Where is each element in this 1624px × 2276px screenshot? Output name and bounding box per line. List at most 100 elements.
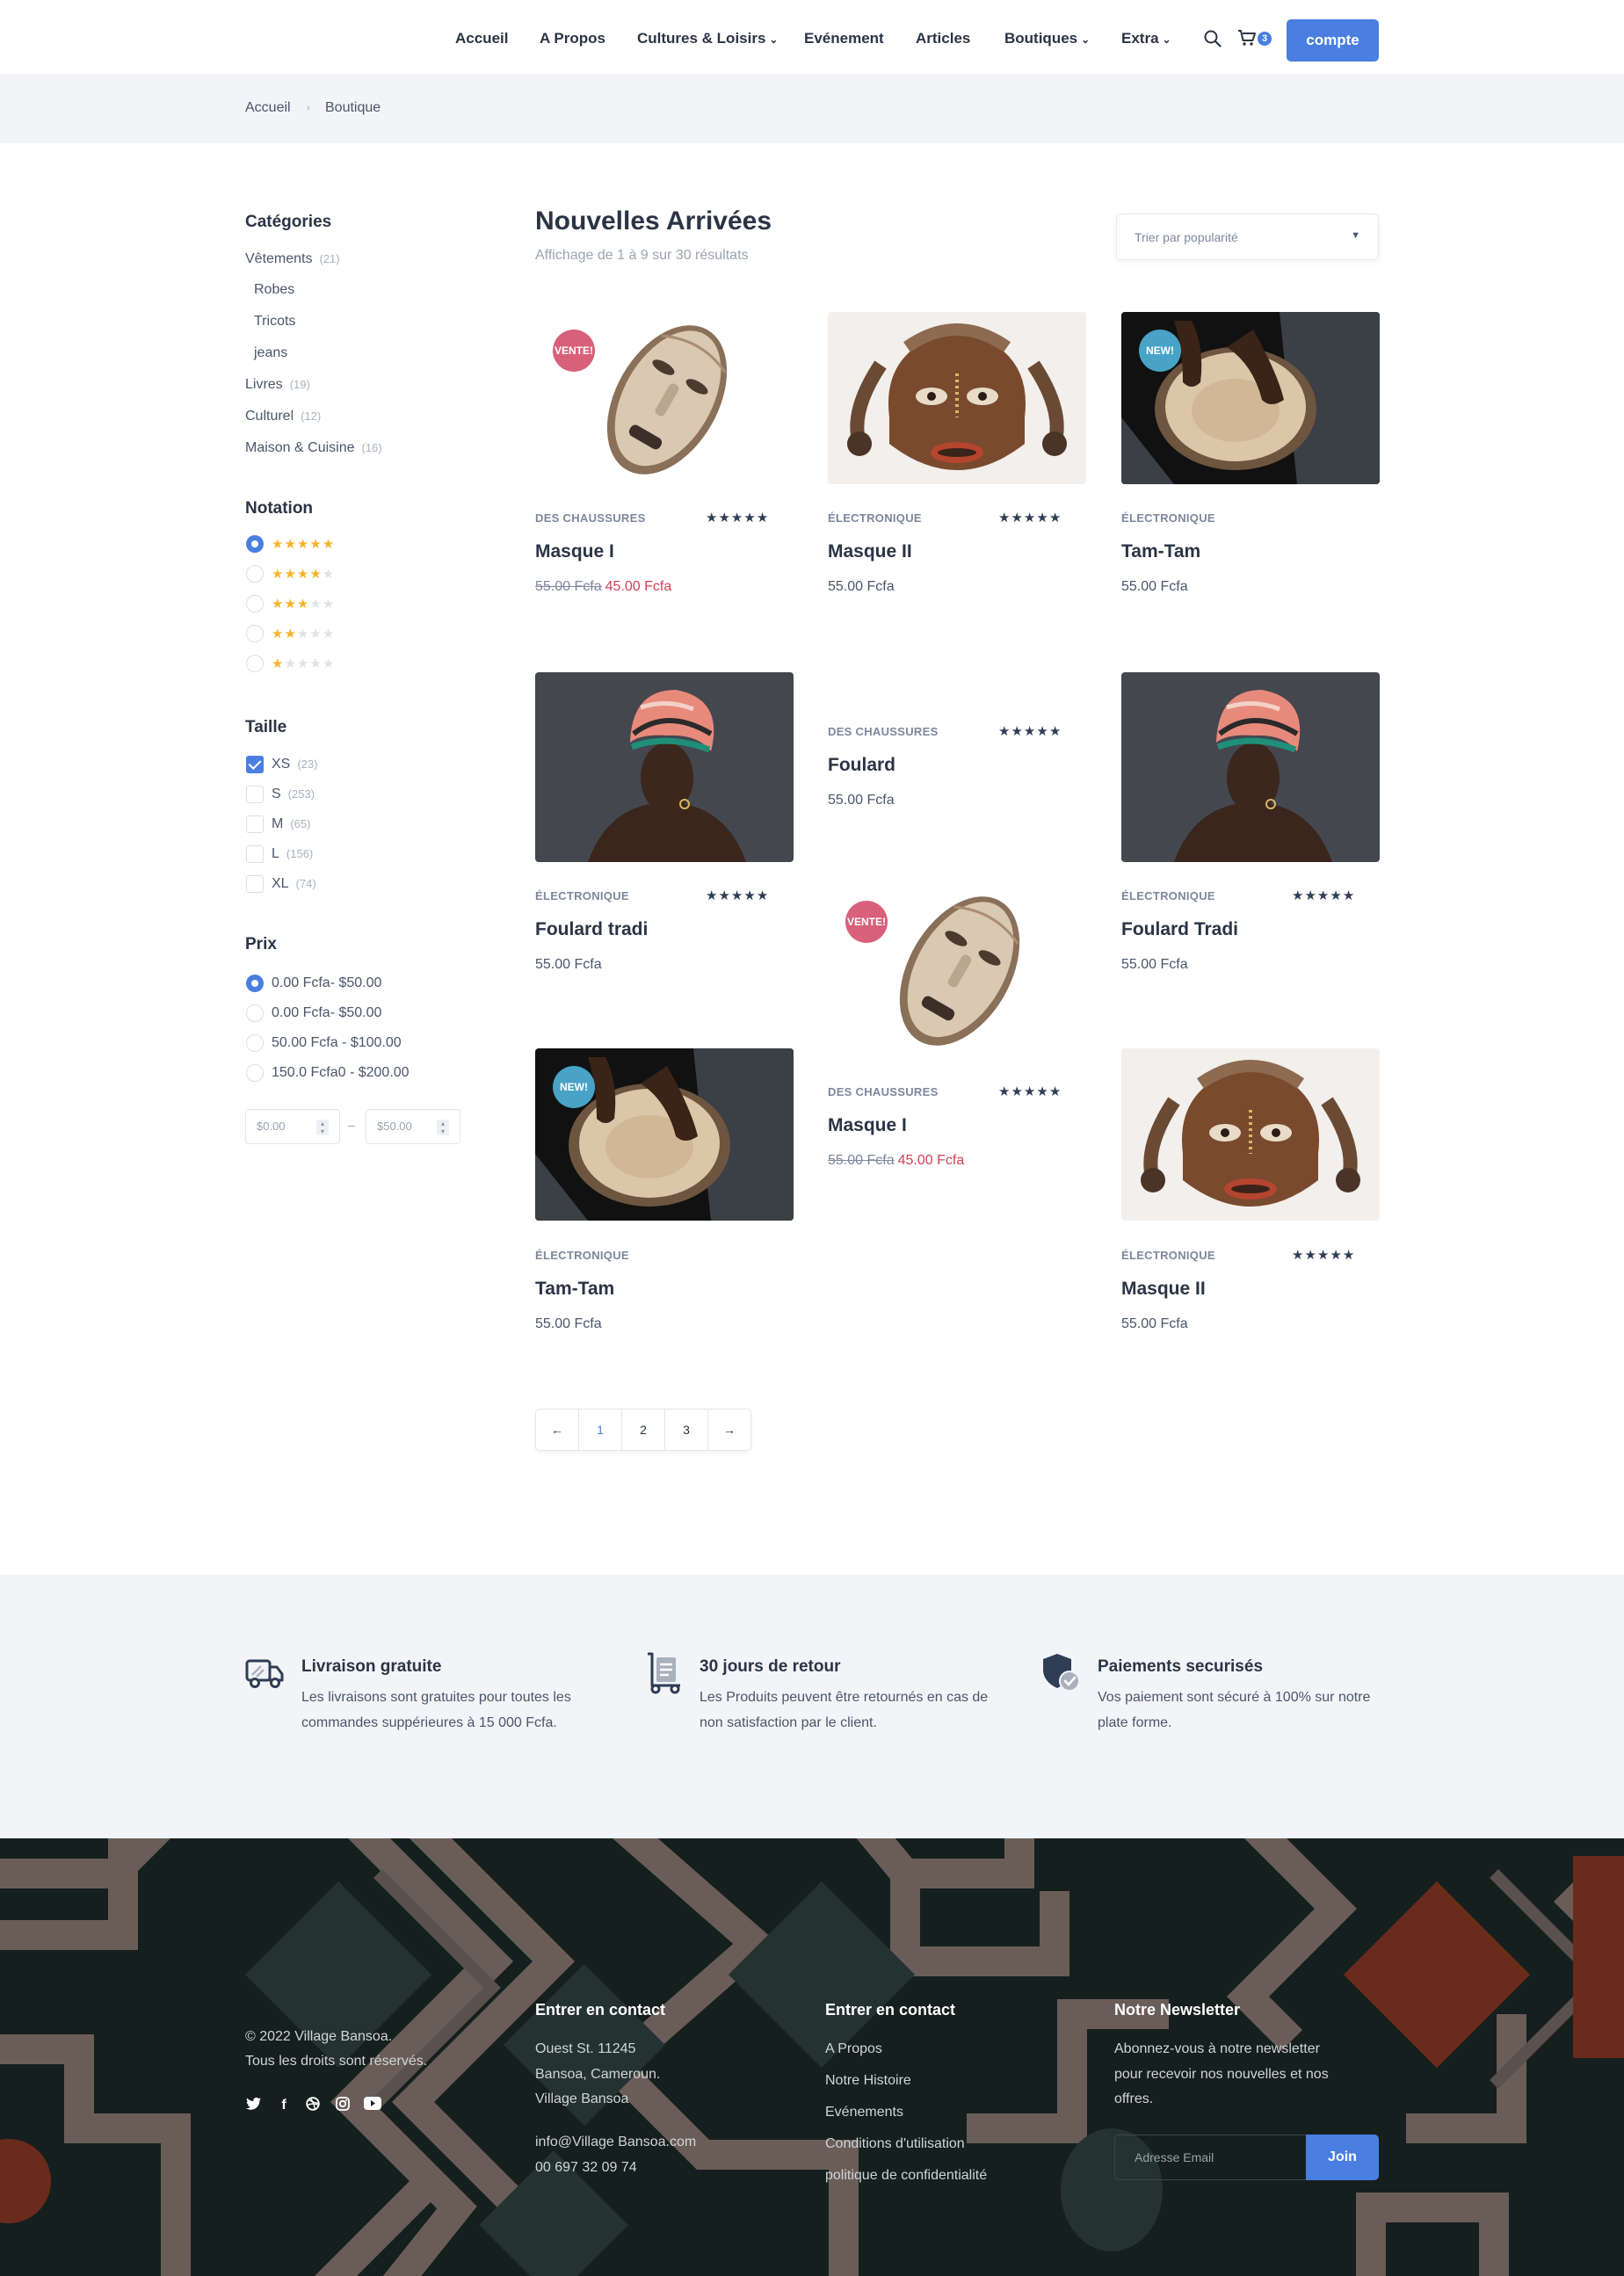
rating-1-radio[interactable]: [246, 655, 264, 672]
copyright-rights: Tous les droits sont réservés.: [245, 2054, 428, 2069]
rating-2-radio[interactable]: [246, 625, 264, 642]
category-tricots[interactable]: Tricots: [254, 314, 295, 330]
youtube-icon[interactable]: [364, 2097, 381, 2114]
category-culturel[interactable]: Culturel (12): [245, 409, 321, 424]
nav-extra[interactable]: Extra ⌄: [1121, 30, 1171, 47]
category-label: Livres: [245, 377, 283, 392]
truck-icon: [245, 1656, 284, 1695]
price-range-label: 150.0 Fcfa0 - $200.00: [272, 1065, 410, 1080]
nav-a-propos[interactable]: A Propos: [540, 30, 605, 47]
dribbble-icon[interactable]: [304, 2097, 322, 2114]
star-icon: ★: [1048, 511, 1062, 526]
category-jeans[interactable]: jeans: [254, 345, 287, 361]
product-price: 55.00 Fcfa: [535, 1316, 602, 1331]
size-l-checkbox[interactable]: [246, 845, 264, 863]
product-name[interactable]: Masque I: [828, 1115, 907, 1136]
rating-4-radio[interactable]: [246, 565, 264, 583]
category-livres[interactable]: Livres (19): [245, 377, 310, 393]
price-range-label: 0.00 Fcfa- $50.00: [272, 975, 382, 990]
category-robes[interactable]: Robes: [254, 282, 294, 298]
star-icon: ★: [272, 656, 285, 671]
footer-link-histoire[interactable]: Notre Histoire: [825, 2073, 911, 2089]
pagination-page-2[interactable]: 2: [622, 1410, 665, 1450]
pagination-next-icon[interactable]: →: [708, 1410, 750, 1450]
star-icon: ★: [272, 627, 285, 641]
footer-link-a-propos[interactable]: A Propos: [825, 2041, 882, 2057]
product-image[interactable]: [535, 672, 794, 862]
product-image[interactable]: [828, 312, 1086, 484]
contact-email[interactable]: info@Village Bansoa.com: [535, 2129, 696, 2155]
sort-select[interactable]: Trier par popularité ▼: [1116, 214, 1379, 260]
size-xs-checkbox[interactable]: [246, 756, 264, 773]
footer-link-conditions[interactable]: Conditions d'utilisation: [825, 2136, 965, 2152]
star-icon: ★: [309, 597, 323, 612]
breadcrumb-home[interactable]: Accueil: [245, 100, 291, 116]
rating-4-stars: ★★★★★: [272, 566, 335, 582]
star-icon: ★: [1304, 1248, 1317, 1263]
product-image[interactable]: [1121, 1048, 1380, 1221]
star-icon: ★: [718, 511, 731, 526]
product-name[interactable]: Foulard: [828, 755, 895, 776]
nav-boutiques[interactable]: Boutiques ⌄: [1004, 30, 1090, 47]
price-min-input[interactable]: $0.00 ▴ ▾: [245, 1109, 340, 1144]
stepper-icon[interactable]: ▴ ▾: [437, 1120, 449, 1135]
price-range-radio[interactable]: [246, 1064, 264, 1082]
site-header: Accueil A Propos Cultures & Loisirs ⌄ Evé…: [0, 0, 1624, 74]
product-name[interactable]: Masque I: [535, 541, 614, 562]
account-button[interactable]: compte: [1287, 19, 1379, 62]
size-xs-label: XS (23): [272, 757, 317, 772]
contact-phone[interactable]: 00 697 32 09 74: [535, 2155, 637, 2180]
footer-pattern: [0, 1838, 1624, 2276]
product-badge: VENTE!: [845, 901, 888, 943]
star-icon: ★: [730, 511, 744, 526]
rating-3-radio[interactable]: [246, 595, 264, 612]
search-icon[interactable]: [1204, 30, 1222, 47]
category-maison-cuisine[interactable]: Maison & Cuisine (16): [245, 440, 382, 456]
nav-accueil[interactable]: Accueil: [455, 30, 508, 47]
newsletter-email-input[interactable]: Adresse Email: [1114, 2135, 1308, 2180]
cart-icon[interactable]: [1237, 29, 1257, 47]
size-s-checkbox[interactable]: [246, 786, 264, 803]
footer-link-confidentialite[interactable]: politique de confidentialité: [825, 2168, 987, 2184]
pagination-page-1[interactable]: 1: [579, 1410, 622, 1450]
price-range-radio[interactable]: [246, 1034, 264, 1052]
product-rating: ★★★★★: [706, 510, 769, 526]
instagram-icon[interactable]: [334, 2097, 352, 2114]
product-name[interactable]: Foulard Tradi: [1121, 919, 1238, 940]
product-name[interactable]: Foulard tradi: [535, 919, 648, 940]
facebook-icon[interactable]: f: [275, 2097, 293, 2114]
caret-down-icon: ▼: [1351, 230, 1360, 241]
size-m-checkbox[interactable]: [246, 815, 264, 833]
product-name[interactable]: Tam-Tam: [535, 1279, 614, 1300]
product-rating: ★★★★★: [1292, 888, 1355, 903]
size-s-label: S (253): [272, 786, 315, 802]
price-range-radio[interactable]: [246, 975, 264, 992]
stepper-icon[interactable]: ▴ ▾: [316, 1120, 329, 1135]
nav-cultures-loisirs[interactable]: Cultures & Loisirs ⌄: [637, 30, 778, 47]
price-range-radio[interactable]: [246, 1004, 264, 1022]
pagination-page-3[interactable]: 3: [665, 1410, 708, 1450]
product-name[interactable]: Tam-Tam: [1121, 541, 1200, 562]
product-name[interactable]: Masque II: [1121, 1279, 1206, 1300]
product-price: 55.00 Fcfa: [1121, 579, 1188, 594]
star-icon: ★: [756, 511, 770, 526]
newsletter-heading: Notre Newsletter: [1114, 2001, 1241, 2019]
rating-5-stars: ★★★★★: [272, 536, 335, 552]
nav-evenement[interactable]: Evénement: [804, 30, 884, 47]
twitter-icon[interactable]: [245, 2097, 263, 2114]
product-name[interactable]: Masque II: [828, 541, 912, 562]
old-price: 55.00 Fcfa: [535, 579, 602, 594]
category-vetements[interactable]: Vêtements (21): [245, 251, 340, 267]
price-max-input[interactable]: $50.00 ▴ ▾: [366, 1109, 460, 1144]
product-rating: ★★★★★: [998, 510, 1062, 526]
product-image[interactable]: [1121, 672, 1380, 862]
size-count: (253): [287, 787, 315, 801]
footer-link-evenements[interactable]: Evénements: [825, 2105, 903, 2120]
sale-price: 45.00 Fcfa: [605, 579, 672, 594]
size-xl-checkbox[interactable]: [246, 875, 264, 893]
nav-articles[interactable]: Articles: [916, 30, 970, 47]
rating-5-radio[interactable]: [246, 535, 264, 553]
newsletter-join-button[interactable]: Join: [1306, 2135, 1379, 2180]
price-range-label: 50.00 Fcfa - $100.00: [272, 1035, 402, 1050]
pagination-prev-icon[interactable]: ←: [536, 1410, 579, 1450]
